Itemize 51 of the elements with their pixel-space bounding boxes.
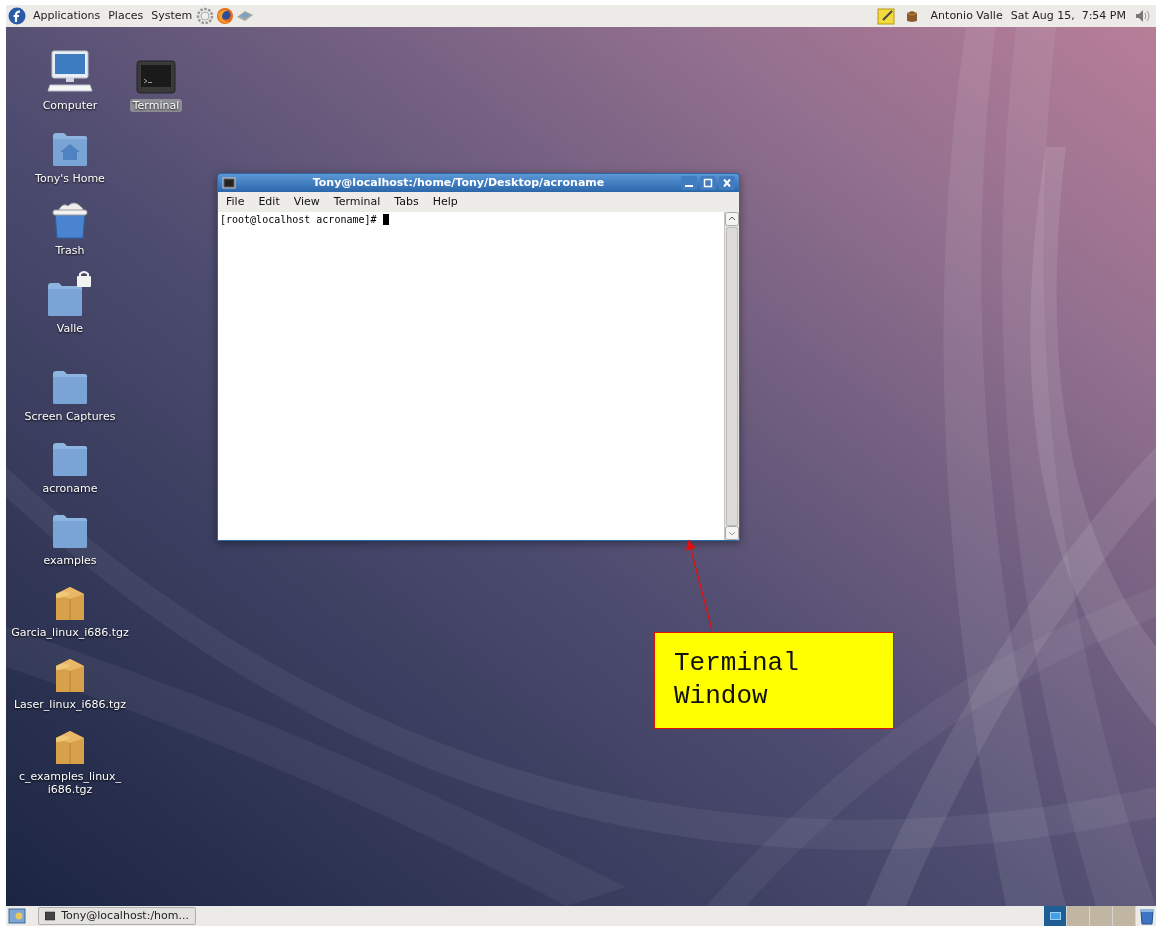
icon-label[interactable]: examples xyxy=(41,554,99,567)
scroll-thumb[interactable] xyxy=(726,227,738,526)
menu-item[interactable]: Help xyxy=(432,193,458,211)
trash-icon[interactable] xyxy=(1138,907,1156,925)
icon-label[interactable]: Tony's Home xyxy=(33,172,107,185)
taskbar-button[interactable]: Tony@localhost:/hom... xyxy=(38,907,196,925)
menu-item[interactable]: Terminal xyxy=(333,193,381,211)
folder-icon[interactable] xyxy=(51,368,89,406)
computer-icon[interactable] xyxy=(46,49,94,95)
note-icon[interactable] xyxy=(876,7,897,25)
terminal-icon[interactable] xyxy=(136,59,176,95)
text-cursor xyxy=(382,214,389,225)
folder-icon[interactable] xyxy=(51,440,89,478)
panel-menu[interactable]: Places xyxy=(107,7,145,25)
trash-icon[interactable] xyxy=(50,200,90,240)
icon-label[interactable]: Trash xyxy=(53,244,87,257)
menu-item[interactable]: File xyxy=(226,193,245,211)
panel-menu[interactable]: Applications xyxy=(32,7,102,25)
speaker-icon[interactable] xyxy=(1134,8,1152,24)
icon-label[interactable]: acroname xyxy=(40,482,100,495)
icon-label[interactable]: Laser_linux_i686.tgz xyxy=(11,698,129,711)
menu-item[interactable]: Tabs xyxy=(394,193,419,211)
user-name[interactable]: Antonio Valle xyxy=(930,7,1003,25)
icon-label[interactable]: Computer xyxy=(40,99,100,112)
minimize-button[interactable] xyxy=(681,176,697,190)
terminal-icon xyxy=(222,177,236,189)
browser-icon[interactable] xyxy=(216,7,235,25)
panel-menu[interactable]: System xyxy=(150,7,194,25)
box-icon[interactable] xyxy=(904,9,919,23)
icon-label[interactable]: Valle xyxy=(54,322,86,335)
package-icon[interactable] xyxy=(53,728,87,766)
locked-folder-icon[interactable] xyxy=(46,270,94,318)
workspace-button[interactable] xyxy=(1044,906,1067,926)
logo-icon[interactable] xyxy=(8,7,26,25)
maximize-button[interactable] xyxy=(700,176,716,190)
folder-icon[interactable] xyxy=(51,512,89,550)
close-button[interactable] xyxy=(719,176,735,190)
icon-label[interactable]: Garcia_linux_i686.tgz xyxy=(9,626,131,639)
package-icon[interactable] xyxy=(53,584,87,622)
window-title: Tony@localhost:/home/Tony/Desktop/acroname xyxy=(311,174,606,191)
menu-item[interactable]: View xyxy=(293,193,320,211)
scrollbar[interactable] xyxy=(724,212,739,540)
icon-label[interactable]: c_examples_linux_ i686.tgz xyxy=(16,770,124,796)
package-icon[interactable] xyxy=(53,656,87,694)
home-folder-icon[interactable] xyxy=(51,130,89,168)
prompt-text: [root@localhost acroname]# xyxy=(220,214,377,226)
icon-label[interactable]: Screen Captures xyxy=(22,410,118,423)
menu-item[interactable]: Edit xyxy=(258,193,280,211)
clock[interactable]: Sat Aug 15, 7:54 PM xyxy=(1010,7,1126,25)
terminal-icon xyxy=(45,911,56,921)
callout-label: Terminal Window xyxy=(654,632,894,729)
